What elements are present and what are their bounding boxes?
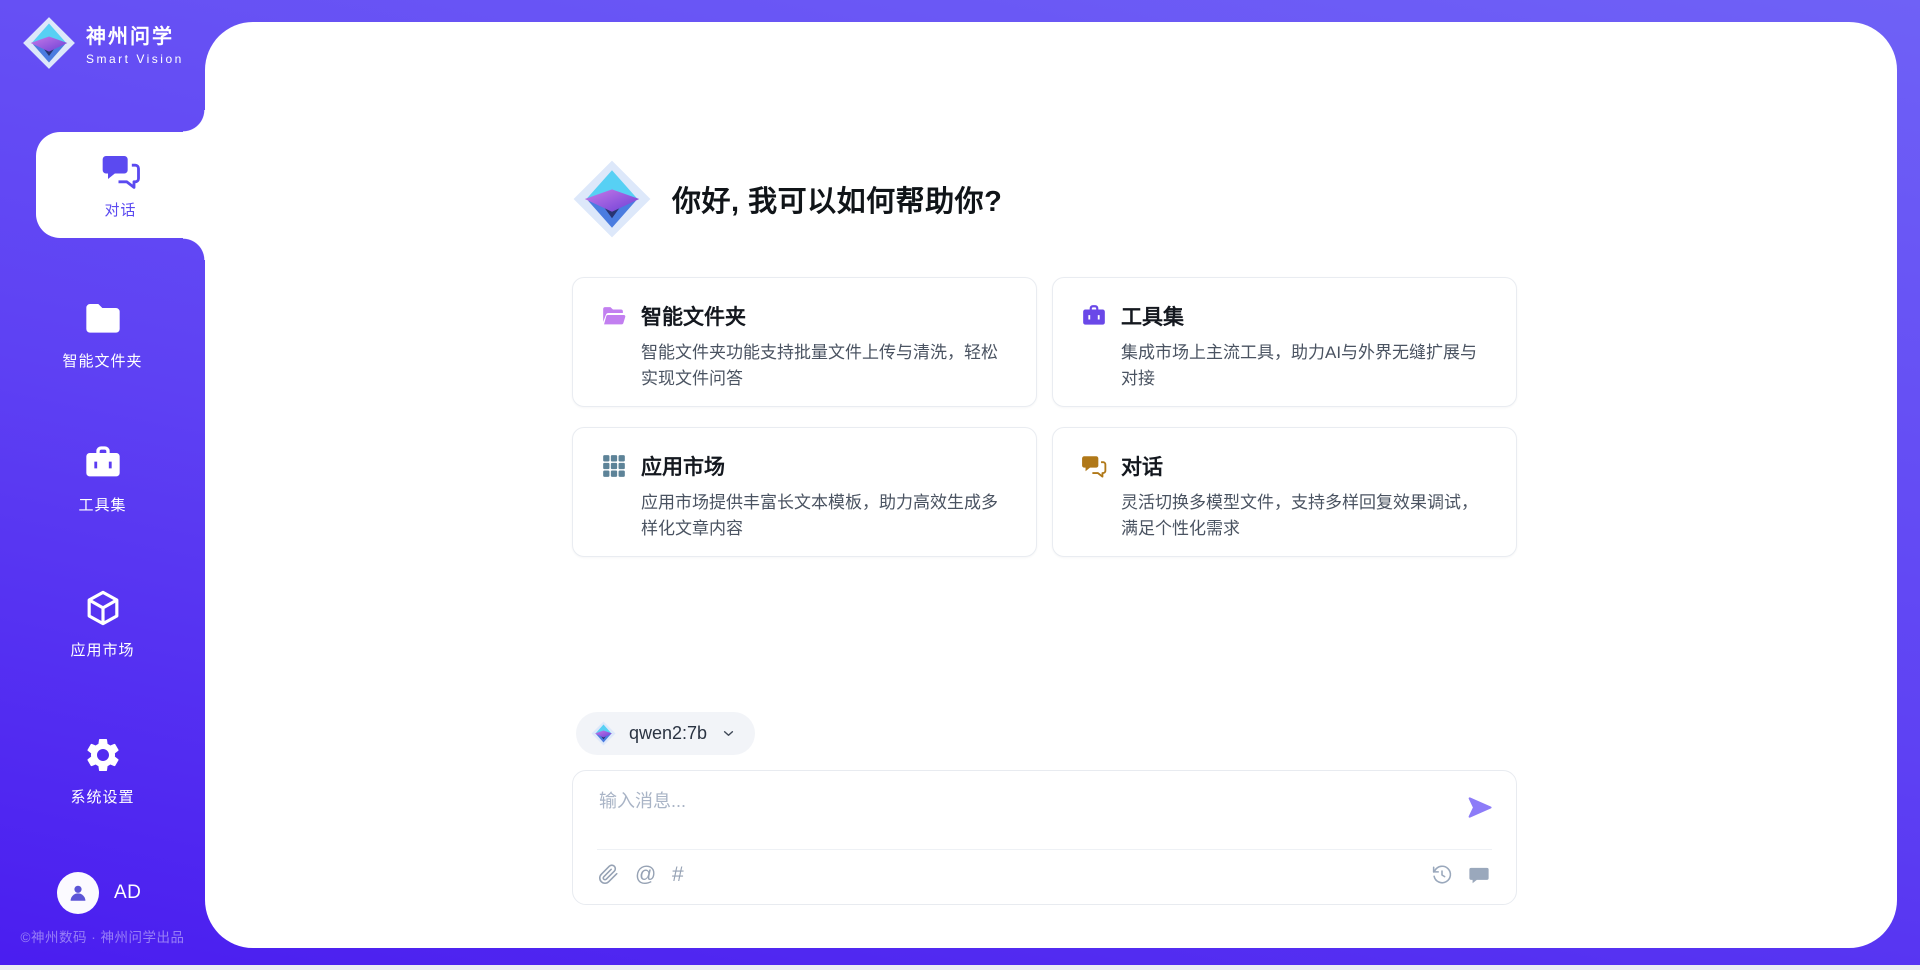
gear-icon (83, 735, 123, 775)
chat-icon (101, 151, 141, 191)
card-header: 应用市场 (601, 451, 1010, 481)
chevron-down-icon (720, 725, 737, 742)
greeting-title: 你好, 我可以如何帮助你? (672, 178, 1002, 220)
attachment-icon[interactable] (598, 864, 619, 885)
card-chat[interactable]: 对话灵活切换多模型文件，支持多样回复效果调试，满足个性化需求 (1052, 427, 1517, 557)
send-icon[interactable] (1465, 793, 1494, 822)
grid-icon (601, 453, 627, 479)
feature-cards: 智能文件夹智能文件夹功能支持批量文件上传与清洗，轻松实现文件问答工具集集成市场上… (572, 277, 1517, 557)
composer-divider (597, 849, 1492, 850)
brand: 神州问学 Smart Vision (22, 16, 184, 70)
card-header: 对话 (1081, 451, 1490, 481)
user-avatar[interactable]: AD (57, 872, 141, 914)
folder-icon (83, 299, 123, 339)
composer: @# (572, 770, 1517, 905)
history-icon[interactable] (1431, 864, 1453, 886)
sidebar-item-app-market[interactable]: 应用市场 (0, 588, 205, 660)
quick-phrase-icon[interactable] (1468, 864, 1490, 886)
sidebar: 神州问学 Smart Vision 对话智能文件夹工具集应用市场系统设置 AD … (0, 0, 205, 965)
card-smart-folder[interactable]: 智能文件夹智能文件夹功能支持批量文件上传与清洗，轻松实现文件问答 (572, 277, 1037, 407)
screen-bottom-strip (0, 965, 1920, 970)
model-logo-icon (591, 721, 616, 746)
card-header: 工具集 (1081, 301, 1490, 331)
active-tab-curve-bottom (183, 238, 205, 260)
model-name: qwen2:7b (629, 723, 707, 744)
brand-subtitle: Smart Vision (86, 52, 184, 66)
model-selector[interactable]: qwen2:7b (576, 712, 755, 755)
user-initials: AD (114, 882, 141, 904)
sidebar-item-toolset[interactable]: 工具集 (0, 443, 205, 515)
person-icon (66, 881, 90, 905)
composer-tools: @# (598, 864, 693, 885)
active-tab-curve-top (183, 110, 205, 132)
briefcase-icon (1081, 303, 1107, 329)
brand-diamond-icon (572, 159, 652, 239)
chat-icon (1081, 453, 1107, 479)
folder-open-icon (601, 303, 627, 329)
mention-icon[interactable]: @ (635, 864, 656, 885)
sidebar-item-chat[interactable]: 对话 (36, 132, 205, 238)
sidebar-footer: ©神州数码 · 神州问学出品 (0, 926, 205, 946)
avatar (57, 872, 99, 914)
card-toolset[interactable]: 工具集集成市场上主流工具，助力AI与外界无缝扩展与对接 (1052, 277, 1517, 407)
card-header: 智能文件夹 (601, 301, 1010, 331)
main-panel: 你好, 我可以如何帮助你? 智能文件夹智能文件夹功能支持批量文件上传与清洗，轻松… (205, 22, 1897, 948)
topic-icon[interactable]: # (672, 864, 693, 885)
sidebar-item-settings[interactable]: 系统设置 (0, 735, 205, 807)
card-app-market[interactable]: 应用市场应用市场提供丰富长文本模板，助力高效生成多样化文章内容 (572, 427, 1037, 557)
brand-diamond-icon (22, 16, 76, 70)
briefcase-icon (83, 443, 123, 483)
greeting-block: 你好, 我可以如何帮助你? (572, 159, 1002, 239)
message-input[interactable] (597, 785, 1451, 845)
cube-icon (83, 588, 123, 628)
sidebar-item-smart-folder[interactable]: 智能文件夹 (0, 299, 205, 371)
brand-name: 神州问学 (86, 20, 184, 49)
composer-actions (1431, 864, 1490, 886)
